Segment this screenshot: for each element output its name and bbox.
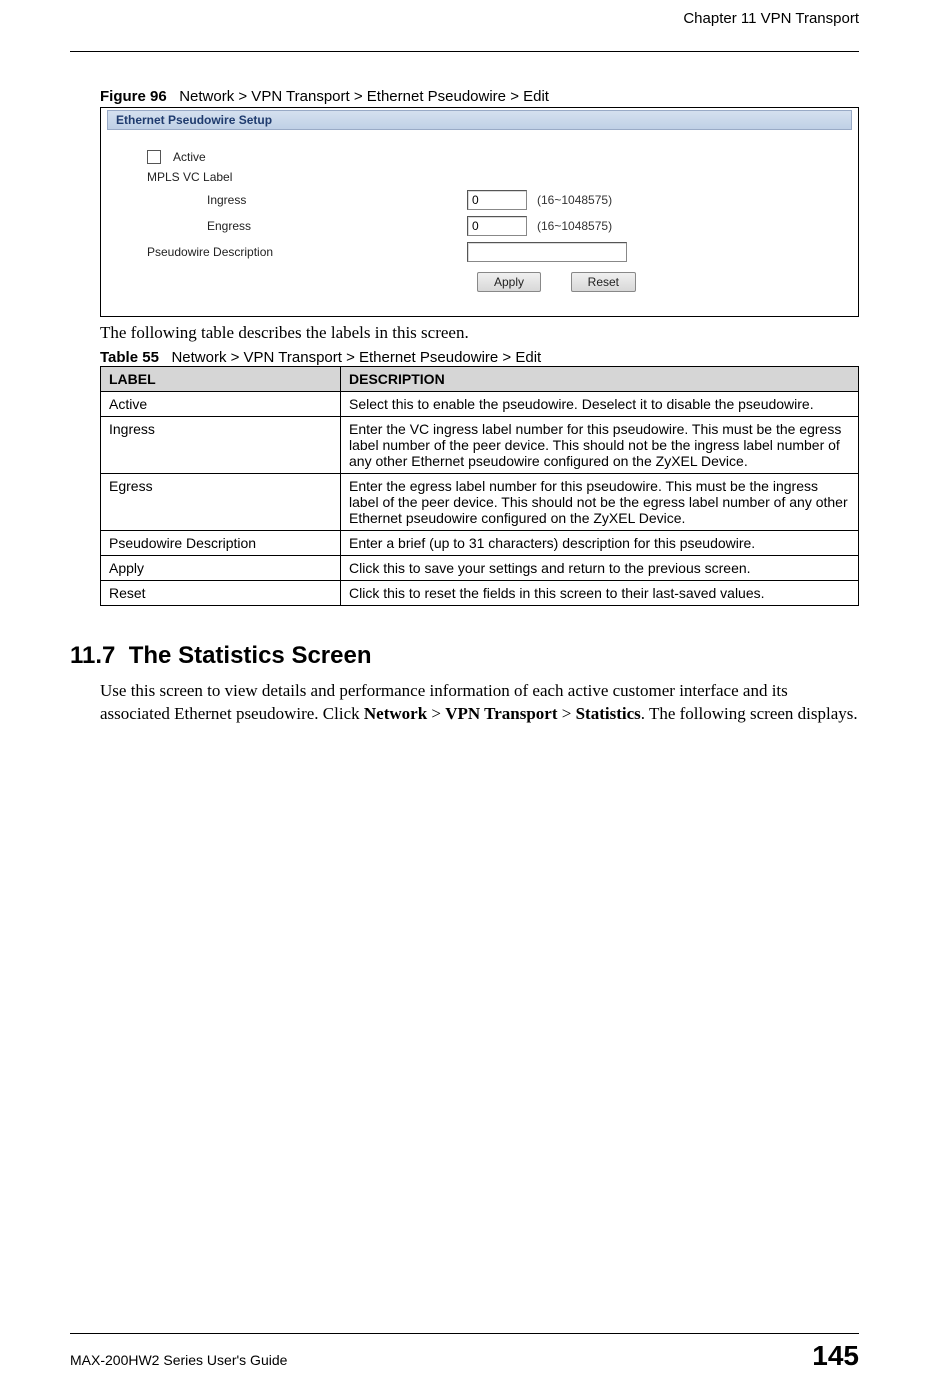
table-intro-text: The following table describes the labels…	[100, 323, 859, 343]
section-number: 11.7	[70, 642, 115, 669]
figure-caption-text: Network > VPN Transport > Ethernet Pseud…	[179, 88, 549, 105]
footer-guide-name: MAX-200HW2 Series User's Guide	[70, 1352, 287, 1368]
table-caption-text: Network > VPN Transport > Ethernet Pseud…	[171, 349, 541, 366]
egress-label: Engress	[147, 219, 467, 233]
col-header-label: LABEL	[101, 367, 341, 392]
section-paragraph: Use this screen to view details and perf…	[100, 680, 859, 726]
col-header-description: DESCRIPTION	[341, 367, 859, 392]
mpls-label-row: MPLS VC Label	[147, 170, 842, 184]
row-label: Apply	[101, 556, 341, 581]
header-rule	[70, 51, 859, 52]
table-caption: Table 55 Network > VPN Transport > Ether…	[100, 349, 859, 366]
mpls-vc-label: MPLS VC Label	[147, 170, 232, 184]
b-vpntransport: VPN Transport	[445, 704, 557, 723]
table-row: Ingress Enter the VC ingress label numbe…	[101, 417, 859, 474]
pseudowire-desc-row: Pseudowire Description	[147, 242, 842, 262]
ingress-input[interactable]	[467, 190, 527, 210]
b-statistics: Statistics	[576, 704, 641, 723]
ingress-hint: (16~1048575)	[537, 193, 612, 207]
ingress-label: Ingress	[147, 193, 467, 207]
page-footer: MAX-200HW2 Series User's Guide 145	[70, 1333, 859, 1372]
button-row: Apply Reset	[147, 272, 842, 292]
apply-button[interactable]: Apply	[477, 272, 541, 292]
active-row: Active	[147, 150, 842, 164]
table-row: Pseudowire Description Enter a brief (up…	[101, 531, 859, 556]
row-label: Pseudowire Description	[101, 531, 341, 556]
row-desc: Enter the VC ingress label number for th…	[341, 417, 859, 474]
reset-button[interactable]: Reset	[571, 272, 636, 292]
description-table: LABEL DESCRIPTION Active Select this to …	[100, 366, 859, 606]
egress-row: Engress (16~1048575)	[147, 216, 842, 236]
table-row: Apply Click this to save your settings a…	[101, 556, 859, 581]
figure-screenshot: Ethernet Pseudowire Setup Active MPLS VC…	[100, 107, 859, 317]
table-label: Table 55	[100, 349, 159, 366]
gt2: >	[558, 704, 576, 723]
row-desc: Enter the egress label number for this p…	[341, 474, 859, 531]
pseudowire-desc-input[interactable]	[467, 242, 627, 262]
row-desc: Select this to enable the pseudowire. De…	[341, 392, 859, 417]
row-desc: Click this to save your settings and ret…	[341, 556, 859, 581]
row-desc: Enter a brief (up to 31 characters) desc…	[341, 531, 859, 556]
chapter-header: Chapter 11 VPN Transport	[70, 10, 859, 27]
pseudowire-desc-label: Pseudowire Description	[147, 245, 467, 259]
footer-page-number: 145	[812, 1340, 859, 1372]
section-heading: 11.7 The Statistics Screen	[70, 642, 859, 670]
footer-rule	[70, 1333, 859, 1334]
active-label: Active	[173, 150, 206, 164]
table-row: Reset Click this to reset the fields in …	[101, 581, 859, 606]
row-label: Reset	[101, 581, 341, 606]
egress-hint: (16~1048575)	[537, 219, 612, 233]
row-label: Egress	[101, 474, 341, 531]
para-post: . The following screen displays.	[641, 704, 858, 723]
ingress-row: Ingress (16~1048575)	[147, 190, 842, 210]
row-label: Ingress	[101, 417, 341, 474]
b-network: Network	[364, 704, 427, 723]
section-title: The Statistics Screen	[129, 642, 372, 669]
table-row: Active Select this to enable the pseudow…	[101, 392, 859, 417]
active-checkbox[interactable]	[147, 150, 161, 164]
gt1: >	[427, 704, 445, 723]
figure-label: Figure 96	[100, 88, 167, 105]
row-desc: Click this to reset the fields in this s…	[341, 581, 859, 606]
panel-title: Ethernet Pseudowire Setup	[107, 110, 852, 130]
egress-input[interactable]	[467, 216, 527, 236]
figure-caption: Figure 96 Network > VPN Transport > Ethe…	[100, 88, 859, 105]
table-row: Egress Enter the egress label number for…	[101, 474, 859, 531]
row-label: Active	[101, 392, 341, 417]
